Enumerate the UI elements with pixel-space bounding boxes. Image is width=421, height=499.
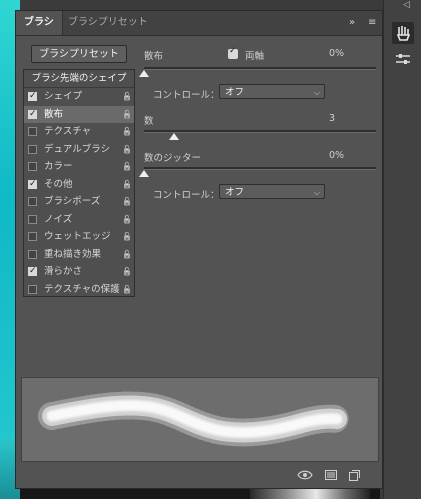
setting-checkbox[interactable] <box>28 144 37 154</box>
count-jitter-control-select[interactable]: オフ ⌵ <box>219 184 325 199</box>
setting-label: テクスチャ <box>44 126 92 137</box>
lock-icon[interactable]: 🔓 <box>122 176 132 193</box>
setting-label: デュアルブラシ <box>44 143 111 155</box>
brush-settings-list: ブラシ先端のシェイプ シェイプ🔓散布🔓テクスチャ🔓デュアルブラシ🔓カラー🔓その他… <box>23 69 135 297</box>
brush-setting-item[interactable]: 散布 🔓 <box>24 105 134 123</box>
setting-label: ブラシポーズ <box>44 196 101 207</box>
count-slider-thumb[interactable] <box>169 133 180 140</box>
grid-icon[interactable] <box>325 470 337 483</box>
setting-label: シェイプ <box>44 91 83 102</box>
right-panel-strip <box>383 0 421 499</box>
setting-checkbox[interactable] <box>28 127 37 136</box>
chevron-down-icon: ⌵ <box>313 188 320 197</box>
setting-checkbox[interactable] <box>28 88 37 105</box>
brush-panel-icon[interactable] <box>392 22 414 44</box>
corner-icon: ◁ <box>403 0 410 10</box>
brush-setting-item[interactable]: ノイズ 🔓 <box>24 211 134 228</box>
lock-icon[interactable]: 🔓 <box>122 158 132 175</box>
setting-label: 散布 <box>44 108 64 120</box>
both-axes-label: 両軸 <box>245 51 265 62</box>
setting-label: ノイズ <box>44 213 73 225</box>
count-value[interactable]: 3 <box>329 113 335 124</box>
brush-setting-item[interactable]: デュアルブラシ 🔓 <box>24 141 134 158</box>
count-label: 数 <box>144 116 154 127</box>
scatter-control-value: オフ <box>225 87 245 98</box>
brush-setting-item[interactable]: その他 🔓 <box>24 176 134 193</box>
count-jitter-slider-track[interactable] <box>144 167 376 170</box>
new-preset-icon[interactable] <box>349 470 360 484</box>
lock-icon[interactable]: 🔓 <box>122 263 132 280</box>
brush-panel: ブラシ ブラシプリセット » ≡ ブラシプリセット ブラシ先端のシェイプ シェイ… <box>15 10 383 489</box>
setting-checkbox[interactable] <box>28 214 37 224</box>
setting-checkbox[interactable] <box>28 106 37 123</box>
setting-checkbox[interactable] <box>28 197 37 206</box>
setting-checkbox[interactable] <box>28 176 37 193</box>
setting-label: カラー <box>44 161 73 172</box>
brush-setting-item[interactable]: テクスチャの保護 🔓 <box>24 281 134 298</box>
brush-setting-item[interactable]: 重ね描き効果 🔓 <box>24 246 134 263</box>
lock-icon[interactable]: 🔓 <box>122 123 132 140</box>
brush-setting-item[interactable]: ブラシポーズ 🔓 <box>24 193 134 210</box>
setting-label: ウェットエッジ <box>44 231 111 242</box>
count-jitter-label: 数のジッター <box>144 153 202 164</box>
collapse-icon[interactable]: » <box>349 11 355 35</box>
lock-icon[interactable]: 🔓 <box>122 246 132 263</box>
brush-stroke-preview <box>21 377 379 462</box>
lock-icon[interactable]: 🔓 <box>122 88 132 105</box>
brush-setting-item[interactable]: カラー 🔓 <box>24 158 134 175</box>
lock-icon[interactable]: 🔓 <box>122 281 132 298</box>
setting-checkbox[interactable] <box>28 263 37 280</box>
brush-setting-item[interactable]: シェイプ 🔓 <box>24 88 134 105</box>
scatter-slider-thumb[interactable] <box>139 70 149 77</box>
setting-label: 重ね描き効果 <box>44 248 102 260</box>
setting-label: その他 <box>44 178 73 190</box>
count-jitter-control-label: コントロール： <box>153 190 220 201</box>
lock-icon[interactable]: 🔓 <box>122 211 132 228</box>
checkmark-icon: ✓ <box>229 46 237 56</box>
count-jitter-control-value: オフ <box>225 187 245 198</box>
setting-checkbox[interactable] <box>28 232 37 241</box>
eye-icon[interactable] <box>297 470 313 483</box>
setting-label: 滑らかさ <box>44 266 83 277</box>
tab-brush[interactable]: ブラシ <box>16 11 63 35</box>
chevron-down-icon: ⌵ <box>313 88 320 97</box>
brush-tip-shape-item[interactable]: ブラシ先端のシェイプ <box>24 70 134 88</box>
lock-icon[interactable]: 🔓 <box>122 193 132 210</box>
scatter-label: 散布 <box>144 51 164 62</box>
panel-menu-icon[interactable]: ≡ <box>368 11 376 35</box>
setting-label: テクスチャの保護 <box>44 283 120 295</box>
tab-bar: ブラシ ブラシプリセット » ≡ <box>16 11 382 36</box>
lock-icon[interactable]: 🔓 <box>122 106 132 123</box>
both-axes-checkbox[interactable]: ✓ <box>228 46 238 59</box>
count-jitter-slider-thumb[interactable] <box>139 170 149 177</box>
lock-icon[interactable]: 🔓 <box>122 141 132 158</box>
scatter-slider-track[interactable] <box>144 67 376 70</box>
brush-presets-button[interactable]: ブラシプリセット <box>31 45 127 63</box>
setting-checkbox[interactable] <box>28 249 37 259</box>
tab-brush-presets[interactable]: ブラシプリセット <box>60 11 156 35</box>
setting-checkbox[interactable] <box>28 284 37 294</box>
adjustments-panel-icon[interactable] <box>392 48 414 70</box>
stroke-preview-image <box>38 391 351 447</box>
brush-setting-item[interactable]: 滑らかさ 🔓 <box>24 263 134 280</box>
lock-icon[interactable]: 🔓 <box>122 228 132 245</box>
scatter-control-label: コントロール： <box>153 90 220 101</box>
brush-setting-item[interactable]: ウェットエッジ 🔓 <box>24 228 134 245</box>
setting-checkbox[interactable] <box>28 162 37 171</box>
scatter-control-select[interactable]: オフ ⌵ <box>219 84 325 99</box>
count-jitter-value[interactable]: 0% <box>329 150 344 161</box>
scatter-value[interactable]: 0% <box>329 48 344 59</box>
brush-setting-item[interactable]: テクスチャ 🔓 <box>24 123 134 140</box>
